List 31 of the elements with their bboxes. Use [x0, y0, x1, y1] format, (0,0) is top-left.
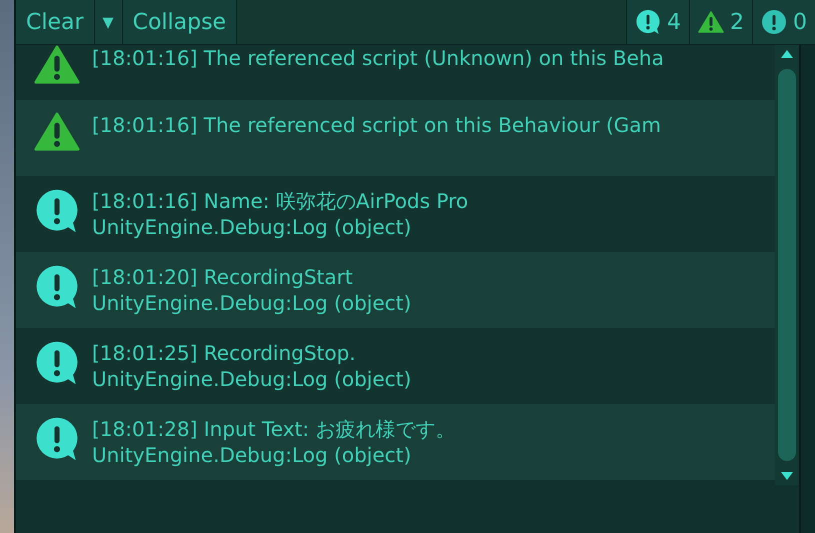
scroll-down-icon[interactable]: [780, 471, 794, 481]
scrollbar-thumb[interactable]: [778, 69, 796, 461]
log-stack-trace: UnityEngine.Debug:Log (object): [92, 290, 412, 316]
log-entry[interactable]: [18:01:28] Input Text: お疲れ様です。 UnityEngine.Debug:Log (object): [16, 404, 775, 480]
speech-bubble-icon: [34, 340, 80, 386]
log-message: [18:01:25] RecordingStop.: [92, 340, 357, 366]
error-icon: [761, 9, 787, 35]
speech-bubble-icon: [34, 264, 80, 310]
clear-options-dropdown[interactable]: ▾: [94, 0, 123, 44]
warning-icon: [34, 112, 80, 152]
scroll-up-icon[interactable]: [780, 49, 794, 59]
log-stack-trace: UnityEngine.Debug:Log (object): [92, 442, 412, 468]
speech-bubble-icon: [34, 416, 80, 462]
log-count-toggle[interactable]: 2: [689, 0, 752, 44]
log-stack-trace: UnityEngine.Debug:Log (object): [92, 366, 412, 392]
vertical-scrollbar[interactable]: [775, 45, 799, 485]
log-message: [18:01:16] The referenced script on this Behaviour (Gam: [92, 112, 661, 138]
warning-icon: [698, 10, 724, 34]
speech-bubble-icon: [34, 188, 80, 234]
log-message: [18:01:16] Name: 咲弥花のAirPods Pro: [92, 188, 468, 214]
log-message: [18:01:16] The referenced script (Unknown) on this Beha: [92, 45, 664, 71]
log-stack-trace: UnityEngine.Debug:Log (object): [92, 214, 412, 240]
toolbar-button[interactable]: Clear: [16, 0, 95, 44]
log-count-toggle[interactable]: 4: [626, 0, 689, 44]
speech-bubble-icon: [635, 9, 661, 35]
log-entry[interactable]: [18:01:20] RecordingStart UnityEngine.Debug:Log (object): [16, 252, 775, 328]
log-message: [18:01:28] Input Text: お疲れ様です。: [92, 416, 456, 442]
log-entry[interactable]: [18:01:16] The referenced script on this Behaviour (Gam: [16, 100, 775, 176]
toolbar-button[interactable]: Collapse: [122, 0, 238, 44]
log-message: [18:01:20] RecordingStart: [92, 264, 354, 290]
log-count-toggle[interactable]: 0: [752, 0, 815, 44]
